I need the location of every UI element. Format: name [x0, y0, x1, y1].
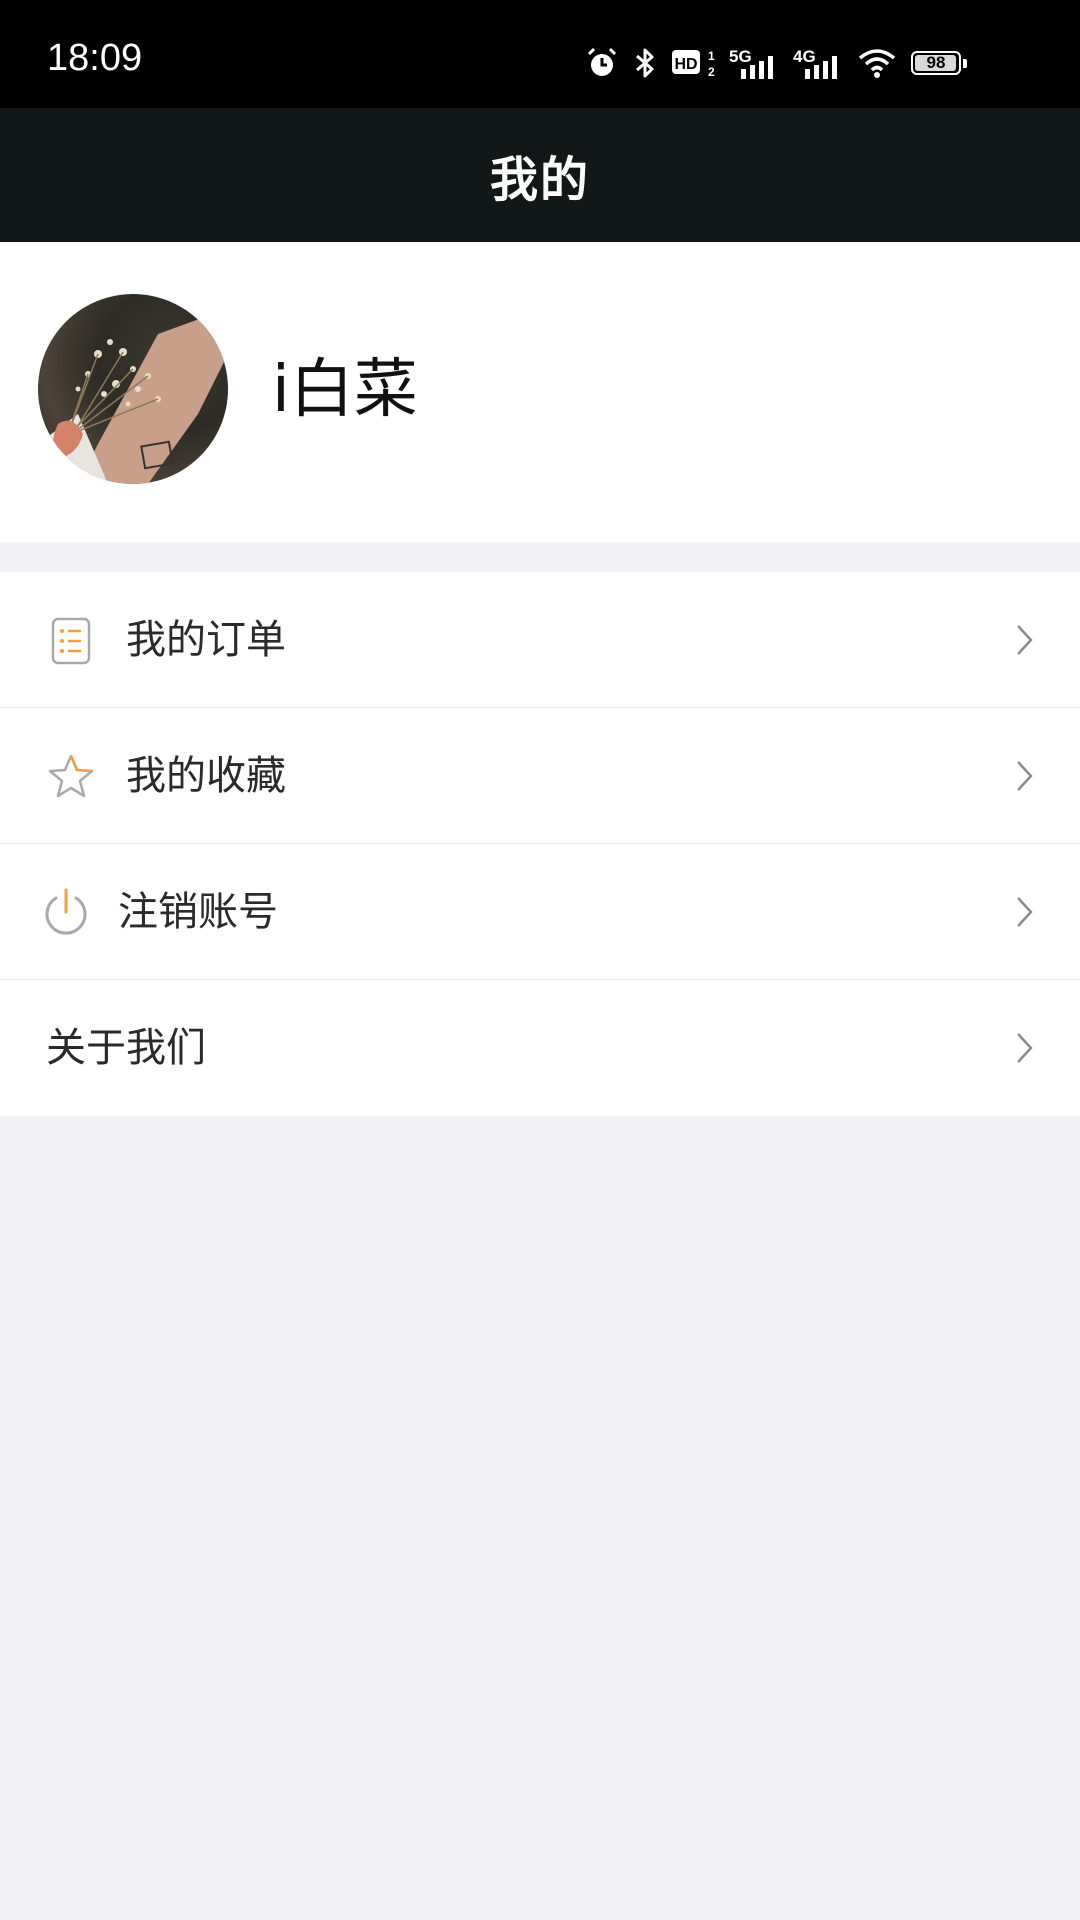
bluetooth-icon — [633, 46, 657, 80]
battery-level: 98 — [926, 53, 946, 72]
chevron-right-icon — [1014, 758, 1036, 798]
menu-list: 我的订单 我的收藏 注销账号 关于我们 — [0, 572, 1080, 1116]
hd-label: HD — [674, 56, 697, 73]
menu-item-orders[interactable]: 我的订单 — [0, 572, 1080, 708]
svg-text:2: 2 — [708, 65, 715, 79]
hd-icon: HD 1 2 — [671, 46, 715, 80]
avatar-image — [38, 314, 228, 484]
chevron-right-icon — [1014, 894, 1036, 934]
star-icon — [46, 752, 96, 806]
page-title: 我的 — [489, 152, 590, 208]
menu-label-orders: 我的订单 — [126, 617, 286, 663]
status-bar: 18:09 HD 1 2 5G 4G 98 — [0, 0, 1080, 108]
chevron-right-icon — [1014, 1030, 1036, 1070]
menu-label-about: 关于我们 — [46, 1025, 206, 1071]
wifi-icon — [857, 46, 897, 80]
menu-label-cancel-account: 注销账号 — [118, 889, 278, 935]
svg-text:1: 1 — [708, 49, 715, 63]
app-header: 我的 — [0, 108, 1080, 242]
username: i白菜 — [272, 353, 418, 427]
menu-item-cancel-account[interactable]: 注销账号 — [0, 844, 1080, 980]
battery-icon: 98 — [911, 51, 967, 75]
profile-card[interactable]: i白菜 — [0, 242, 1080, 542]
alarm-icon — [585, 46, 619, 80]
menu-label-favorites: 我的收藏 — [126, 753, 286, 799]
chevron-right-icon — [1014, 622, 1036, 662]
power-icon — [42, 886, 90, 942]
status-icons: HD 1 2 5G 4G 98 — [585, 40, 967, 86]
signal-5g-icon: 5G — [729, 43, 779, 83]
status-time: 18:09 — [47, 37, 143, 79]
menu-item-about[interactable]: 关于我们 — [0, 980, 1080, 1116]
menu-item-favorites[interactable]: 我的收藏 — [0, 708, 1080, 844]
avatar[interactable] — [38, 294, 228, 484]
order-list-icon — [50, 617, 92, 669]
signal-4g-icon: 4G — [793, 43, 843, 83]
battery: 98 — [911, 51, 961, 75]
